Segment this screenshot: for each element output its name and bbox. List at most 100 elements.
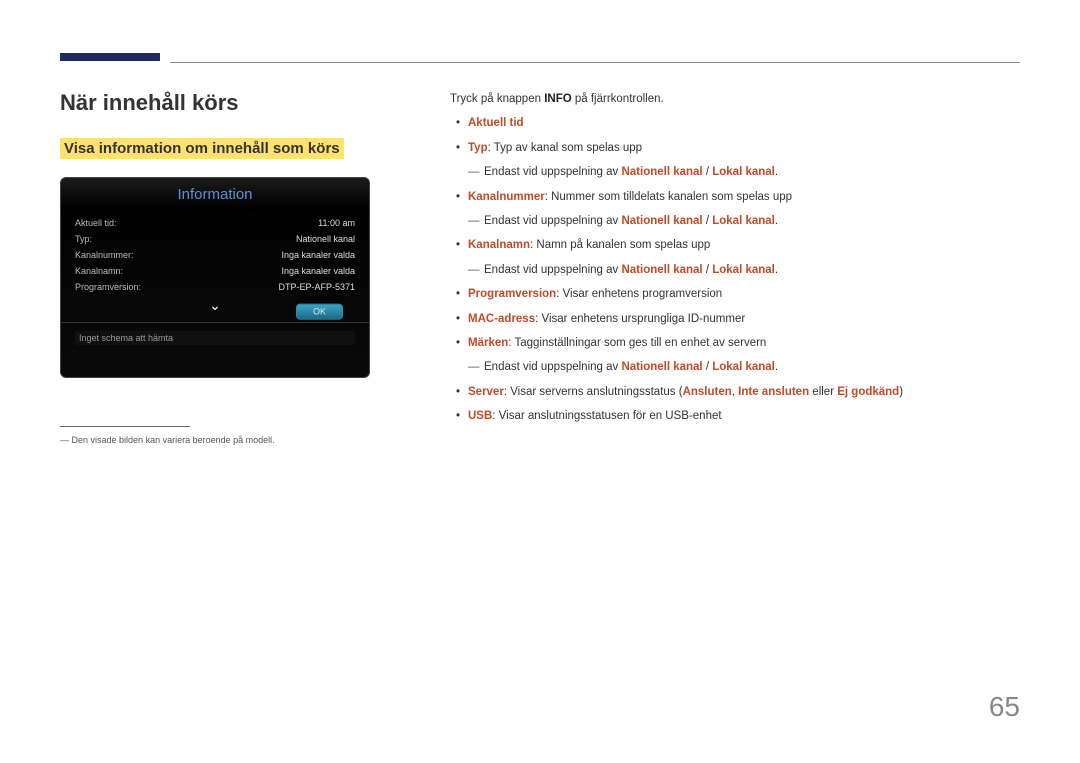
item-typ-text: : Typ av kanal som spelas upp — [488, 142, 643, 154]
sub-note: Endast vid uppspelning av Nationell kana… — [450, 163, 1020, 181]
item-server-ej: Ej godkänd — [837, 386, 899, 398]
page-title: När innehåll körs — [60, 90, 440, 116]
header-accent-bar — [60, 53, 160, 61]
info-panel-wrapper: Information Aktuell tid: 11:00 am Typ: Nat… — [60, 177, 440, 378]
item-server-inte: Inte ansluten — [738, 386, 809, 398]
sub-nationell: Nationell kanal — [621, 166, 702, 178]
info-row-label: Typ: — [75, 234, 92, 244]
footnote-marker: ― — [60, 435, 69, 445]
page-number: 65 — [989, 691, 1020, 723]
sub-note: Endast vid uppspelning av Nationell kana… — [450, 358, 1020, 376]
sub-period: . — [775, 215, 778, 227]
info-list: Kanalnamn: Namn på kanalen som spelas up… — [450, 236, 1020, 254]
item-typ-label: Typ — [468, 142, 488, 154]
ok-button[interactable]: OK — [296, 304, 343, 320]
sub-note: Endast vid uppspelning av Nationell kana… — [450, 212, 1020, 230]
intro-text: Tryck på knappen — [450, 93, 544, 105]
info-list: Server: Visar serverns anslutningsstatus… — [450, 383, 1020, 426]
sub-period: . — [775, 264, 778, 276]
info-row-value: Inga kanaler valda — [281, 266, 355, 276]
sub-sep: / — [703, 166, 713, 178]
sub-text: Endast vid uppspelning av — [484, 166, 621, 178]
item-mac-label: MAC-adress — [468, 313, 535, 325]
page-content: När innehåll körs Visa information om in… — [60, 90, 1020, 445]
info-row-value: 11:00 am — [318, 218, 355, 228]
info-row-label: Aktuell tid: — [75, 218, 117, 228]
sub-text: Endast vid uppspelning av — [484, 361, 621, 373]
info-row: Programversion: DTP-EP-AFP-5371 — [75, 279, 355, 295]
info-list: Kanalnummer: Nummer som tilldelats kanal… — [450, 188, 1020, 206]
item-server-label: Server — [468, 386, 504, 398]
item-programversion-label: Programversion — [468, 288, 556, 300]
sub-text: Endast vid uppspelning av — [484, 215, 621, 227]
footnote-rule — [60, 426, 190, 427]
header-rule — [170, 62, 1020, 63]
sub-note: Endast vid uppspelning av Nationell kana… — [450, 261, 1020, 279]
info-panel-body: Aktuell tid: 11:00 am Typ: Nationell kanal… — [61, 209, 369, 322]
item-server-close: ) — [899, 386, 903, 398]
info-list: Aktuell tid Typ: Typ av kanal som spelas… — [450, 114, 1020, 157]
info-row-value: Inga kanaler valda — [281, 250, 355, 260]
info-row-label: Kanalnamn: — [75, 266, 123, 276]
list-item: Programversion: Visar enhetens programve… — [450, 285, 1020, 303]
right-column: Tryck på knappen INFO på fjärrkontrollen… — [440, 90, 1020, 445]
sub-nationell: Nationell kanal — [621, 215, 702, 227]
list-item: Aktuell tid — [450, 114, 1020, 132]
item-kanalnummer-text: : Nummer som tilldelats kanalen som spel… — [545, 191, 792, 203]
item-marken-label: Märken — [468, 337, 508, 349]
list-item: Kanalnamn: Namn på kanalen som spelas up… — [450, 236, 1020, 254]
sub-sep: / — [703, 264, 713, 276]
info-row-label: Programversion: — [75, 282, 141, 292]
item-marken-text: : Tagginställningar som ges till en enhe… — [508, 337, 766, 349]
item-usb-label: USB — [468, 410, 492, 422]
item-aktuell-tid: Aktuell tid — [468, 117, 524, 129]
sub-lokal: Lokal kanal — [712, 361, 775, 373]
sub-lokal: Lokal kanal — [712, 166, 775, 178]
list-item: Server: Visar serverns anslutningsstatus… — [450, 383, 1020, 401]
list-item: USB: Visar anslutningsstatusen för en US… — [450, 407, 1020, 425]
sub-text: Endast vid uppspelning av — [484, 264, 621, 276]
info-row: Kanalnummer: Inga kanaler valda — [75, 247, 355, 263]
intro-bold: INFO — [544, 93, 571, 105]
item-server-eller: eller — [809, 386, 837, 398]
sub-period: . — [775, 361, 778, 373]
intro-line: Tryck på knappen INFO på fjärrkontrollen… — [450, 90, 1020, 108]
info-row: Aktuell tid: 11:00 am — [75, 215, 355, 231]
list-item: Typ: Typ av kanal som spelas upp — [450, 139, 1020, 157]
info-panel-footer-text: Inget schema att hämta — [75, 331, 355, 345]
info-panel: Information Aktuell tid: 11:00 am Typ: Nat… — [60, 177, 370, 378]
item-programversion-text: : Visar enhetens programversion — [556, 288, 722, 300]
info-row-value: DTP-EP-AFP-5371 — [278, 282, 355, 292]
list-item: MAC-adress: Visar enhetens ursprungliga … — [450, 310, 1020, 328]
item-server-text: : Visar serverns anslutningsstatus ( — [504, 386, 683, 398]
info-list: Programversion: Visar enhetens programve… — [450, 285, 1020, 352]
chevron-row: ⌄ OK — [75, 295, 355, 318]
info-panel-footer: Inget schema att hämta — [61, 322, 369, 377]
item-usb-text: : Visar anslutningsstatusen för en USB-e… — [492, 410, 721, 422]
footnote: ― Den visade bilden kan variera beroende… — [60, 435, 440, 445]
item-mac-text: : Visar enhetens ursprungliga ID-nummer — [535, 313, 745, 325]
item-kanalnamn-label: Kanalnamn — [468, 239, 530, 251]
info-panel-title: Information — [61, 178, 369, 209]
sub-lokal: Lokal kanal — [712, 215, 775, 227]
sub-sep: / — [703, 361, 713, 373]
sub-lokal: Lokal kanal — [712, 264, 775, 276]
list-item: Kanalnummer: Nummer som tilldelats kanal… — [450, 188, 1020, 206]
footnote-text: Den visade bilden kan variera beroende p… — [72, 435, 275, 445]
item-kanalnamn-text: : Namn på kanalen som spelas upp — [530, 239, 710, 251]
sub-nationell: Nationell kanal — [621, 264, 702, 276]
chevron-down-icon[interactable]: ⌄ — [209, 297, 221, 313]
list-item: Märken: Tagginställningar som ges till e… — [450, 334, 1020, 352]
intro-text: på fjärrkontrollen. — [572, 93, 664, 105]
sub-nationell: Nationell kanal — [621, 361, 702, 373]
info-row: Kanalnamn: Inga kanaler valda — [75, 263, 355, 279]
info-row: Typ: Nationell kanal — [75, 231, 355, 247]
sub-period: . — [775, 166, 778, 178]
sub-sep: / — [703, 215, 713, 227]
info-row-value: Nationell kanal — [296, 234, 355, 244]
item-server-ansluten: Ansluten — [683, 386, 732, 398]
left-column: När innehåll körs Visa information om in… — [60, 90, 440, 445]
section-subtitle: Visa information om innehåll som körs — [60, 138, 344, 159]
item-kanalnummer-label: Kanalnummer — [468, 191, 545, 203]
info-row-label: Kanalnummer: — [75, 250, 134, 260]
